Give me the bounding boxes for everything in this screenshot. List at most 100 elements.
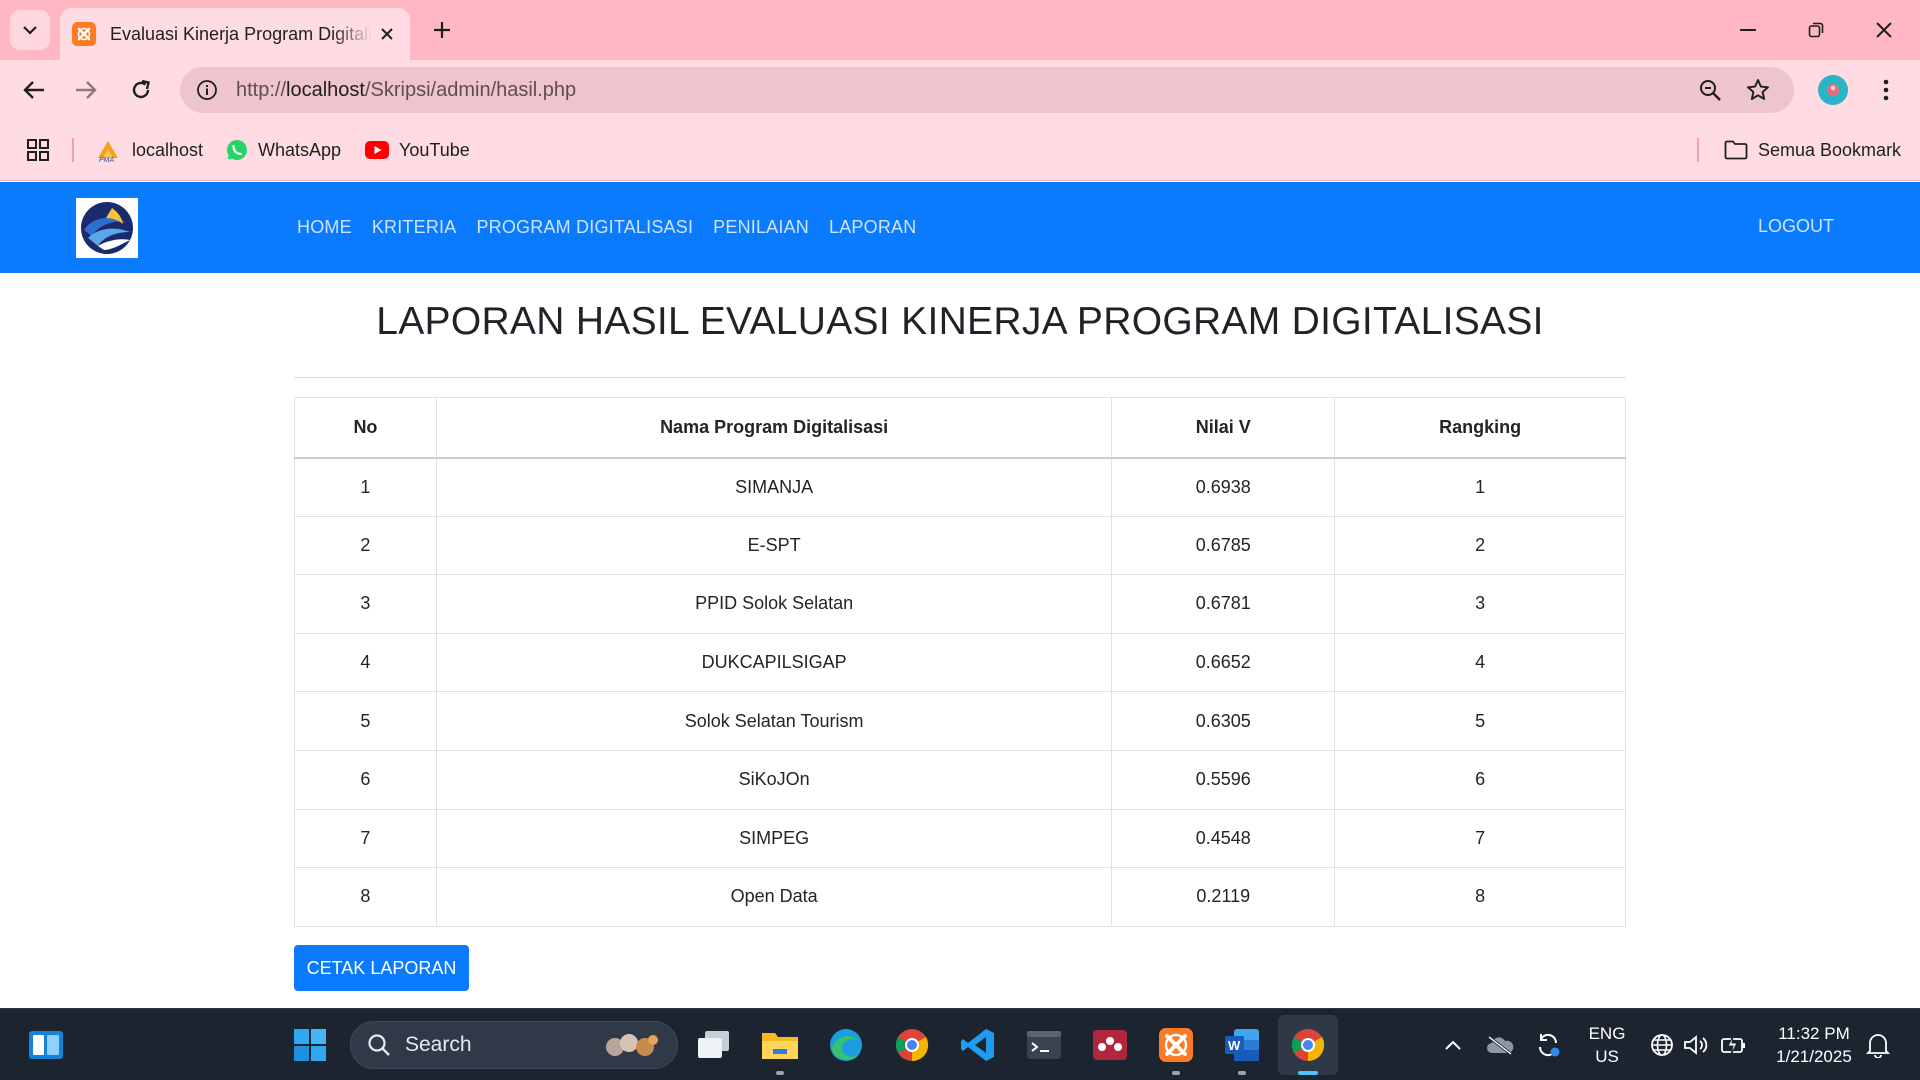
close-window-button[interactable]	[1862, 10, 1906, 50]
cell-rangking: 8	[1334, 867, 1626, 927]
language-indicator[interactable]: ENG US	[1582, 1022, 1632, 1068]
widgets-icon[interactable]	[28, 1029, 64, 1061]
file-explorer-icon[interactable]	[760, 1025, 800, 1065]
table-row: 7 SIMPEG 0.4548 7	[294, 808, 1626, 869]
table-row: 3 PPID Solok Selatan 0.6781 3	[294, 574, 1626, 634]
vscode-icon[interactable]	[958, 1025, 998, 1065]
cell-rangking: 1	[1334, 457, 1626, 517]
task-view-icon[interactable]	[694, 1025, 734, 1065]
cell-nilai-v: 0.6305	[1111, 691, 1336, 751]
url-text: http://localhost/Skripsi/admin/hasil.php	[236, 78, 577, 101]
new-tab-button[interactable]	[424, 12, 460, 48]
cell-nama-program: SiKoJOn	[435, 749, 1113, 810]
menu-laporan[interactable]: LAPORAN	[829, 217, 916, 238]
cell-nilai-v: 0.2119	[1111, 867, 1336, 927]
menu-kriteria[interactable]: KRITERIA	[372, 217, 457, 238]
whatsapp-icon	[226, 139, 248, 161]
menu-program-digitalisasi[interactable]: PROGRAM DIGITALISASI	[476, 217, 693, 238]
onedrive-offline-icon[interactable]	[1486, 1031, 1514, 1059]
clock[interactable]: 11:32 PM 1/21/2025	[1764, 1022, 1864, 1068]
bookmark-localhost[interactable]: PMA localhost	[96, 136, 203, 164]
browser-toolbar: http://localhost/Skripsi/admin/hasil.php	[0, 60, 1920, 120]
title-divider	[294, 377, 1626, 378]
plus-icon	[434, 22, 450, 38]
cell-no: 8	[294, 867, 437, 927]
bookmark-whatsapp[interactable]: WhatsApp	[226, 136, 341, 164]
network-globe-icon[interactable]	[1648, 1031, 1676, 1059]
arrow-left-icon	[23, 81, 44, 99]
sync-icon[interactable]	[1534, 1031, 1562, 1059]
chrome-icon[interactable]	[892, 1025, 932, 1065]
main-menu: HOME KRITERIA PROGRAM DIGITALISASI PENIL…	[297, 182, 936, 273]
restore-button[interactable]	[1794, 10, 1838, 50]
xampp-favicon-icon	[72, 22, 96, 46]
avatar-icon	[1827, 84, 1839, 96]
table-header-row: No Nama Program Digitalisasi Nilai V Ran…	[294, 397, 1626, 459]
file-explorer-running-indicator	[776, 1071, 784, 1075]
terminal-icon[interactable]	[1024, 1025, 1064, 1065]
svg-text:PMA: PMA	[99, 157, 115, 162]
cell-nilai-v: 0.6652	[1111, 632, 1336, 693]
tab-search-button[interactable]	[10, 10, 50, 50]
word-icon[interactable]: W	[1222, 1025, 1262, 1065]
xampp-icon[interactable]	[1156, 1025, 1196, 1065]
print-report-button[interactable]: CETAK LAPORAN	[294, 945, 469, 991]
back-button[interactable]	[16, 72, 52, 108]
show-hidden-icons-chevron-up-icon[interactable]	[1439, 1031, 1467, 1059]
kebab-menu-icon	[1883, 79, 1889, 101]
cell-rangking: 5	[1334, 691, 1626, 751]
battery-charging-icon[interactable]	[1720, 1031, 1748, 1059]
reload-button[interactable]	[123, 72, 159, 108]
site-logo[interactable]	[76, 198, 138, 258]
restore-icon	[1808, 22, 1824, 38]
chrome-active-indicator	[1298, 1071, 1318, 1075]
taskbar-search[interactable]: Search	[350, 1021, 678, 1069]
all-bookmarks-folder[interactable]: Semua Bookmark	[1724, 136, 1901, 164]
zoom-icon[interactable]	[1696, 76, 1724, 104]
cell-no: 1	[294, 457, 437, 517]
edge-icon[interactable]	[826, 1025, 866, 1065]
menu-penilaian[interactable]: PENILAIAN	[713, 217, 809, 238]
bookmark-star-icon[interactable]	[1744, 76, 1772, 104]
site-info-icon[interactable]	[194, 77, 220, 103]
table-row: 1 SIMANJA 0.6938 1	[294, 457, 1626, 517]
table-row: 2 E-SPT 0.6785 2	[294, 515, 1626, 576]
arrow-right-icon	[76, 81, 97, 99]
column-header-nilai-v: Nilai V	[1111, 397, 1336, 459]
youtube-icon	[365, 141, 389, 159]
cell-nama-program: Solok Selatan Tourism	[435, 691, 1113, 751]
mendeley-icon[interactable]	[1090, 1025, 1130, 1065]
apps-grid-icon[interactable]	[26, 138, 50, 162]
chrome-active-icon[interactable]	[1288, 1025, 1328, 1065]
cell-nama-program: SIMANJA	[435, 457, 1113, 517]
minimize-button[interactable]	[1726, 10, 1770, 50]
page-title: LAPORAN HASIL EVALUASI KINERJA PROGRAM D…	[376, 300, 1544, 343]
browser-menu-button[interactable]	[1870, 74, 1902, 106]
bookmark-youtube[interactable]: YouTube	[365, 136, 470, 164]
search-icon	[368, 1034, 390, 1056]
cell-nilai-v: 0.6785	[1111, 515, 1336, 576]
cell-nilai-v: 0.4548	[1111, 808, 1336, 869]
logout-link[interactable]: LOGOUT	[1758, 216, 1834, 237]
column-header-nama-program: Nama Program Digitalisasi	[435, 397, 1113, 459]
cell-no: 7	[294, 808, 437, 869]
word-running-indicator	[1238, 1071, 1246, 1075]
forward-button[interactable]	[68, 72, 104, 108]
cell-nilai-v: 0.6781	[1111, 574, 1336, 634]
cell-nama-program: SIMPEG	[435, 808, 1113, 869]
notifications-bell-icon[interactable]	[1864, 1031, 1892, 1059]
windows-start-icon[interactable]	[290, 1025, 330, 1065]
menu-home[interactable]: HOME	[297, 217, 352, 238]
volume-icon[interactable]	[1682, 1031, 1710, 1059]
cell-no: 2	[294, 515, 437, 576]
close-icon	[1876, 22, 1892, 38]
cell-no: 4	[294, 632, 437, 693]
svg-text:W: W	[1228, 1038, 1241, 1053]
cell-no: 5	[294, 691, 437, 751]
address-bar[interactable]: http://localhost/Skripsi/admin/hasil.php	[180, 67, 1794, 113]
browser-tab-active[interactable]: Evaluasi Kinerja Program Digitalisasi	[60, 8, 410, 60]
xampp-pma-icon: PMA	[96, 138, 122, 162]
profile-avatar[interactable]	[1818, 75, 1848, 105]
tab-title: Evaluasi Kinerja Program Digitalisasi	[110, 23, 372, 44]
tab-close-icon[interactable]	[376, 23, 398, 45]
